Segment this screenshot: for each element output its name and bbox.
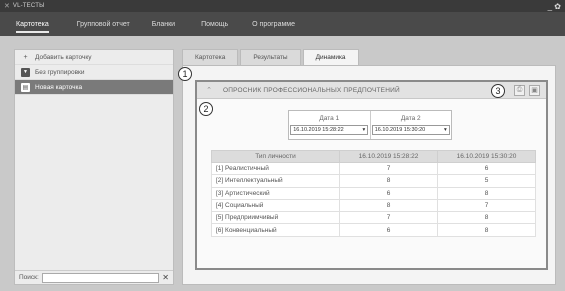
menu-item-cards[interactable]: Картотека <box>16 12 63 36</box>
date1-select[interactable]: 16.10.2019 15:28:22 ▾ <box>290 125 369 135</box>
value-cell: 8 <box>437 211 536 225</box>
callout-1: 1 <box>178 67 192 81</box>
table-row: [4] Социальный 8 7 <box>211 198 536 213</box>
date1-label: Дата 1 <box>319 115 340 122</box>
type-cell: [3] Артистический <box>211 186 340 200</box>
app-logo-icon: ✕ <box>4 3 10 10</box>
grouping-label: Без группировки <box>35 68 85 76</box>
value-cell: 7 <box>339 161 438 176</box>
column-header: 16.10.2019 15:28:22 <box>339 150 438 163</box>
value-cell: 6 <box>339 223 438 237</box>
app-title: VL-ТЕСТЫ <box>12 3 45 9</box>
date2-select[interactable]: 16.10.2019 15:30:20 ▾ <box>371 125 450 135</box>
table-row: [2] Интеллектуальный 8 5 <box>211 174 536 188</box>
callout-3: 3 <box>491 84 505 98</box>
tab-cards[interactable]: Картотека <box>182 49 239 65</box>
type-cell: [5] Предприимчивый <box>211 211 340 225</box>
save-icon[interactable]: ▣ <box>529 84 540 96</box>
column-header: Тип личности <box>211 150 340 163</box>
value-cell: 8 <box>339 198 438 213</box>
value-cell: 6 <box>339 186 438 200</box>
collapse-icon[interactable]: ⌃ <box>203 86 215 94</box>
column-header: 16.10.2019 15:30:20 <box>437 150 536 163</box>
grouping-dropdown[interactable]: ▼ Без группировки <box>15 65 173 80</box>
chevron-down-icon: ▾ <box>362 127 366 133</box>
window-controls[interactable]: _ ✿ <box>548 2 561 11</box>
value-cell: 8 <box>437 223 536 237</box>
menu-item-help[interactable]: Помощь <box>189 12 242 36</box>
value-cell: 7 <box>339 211 438 225</box>
date1-value: 16.10.2019 15:28:22 <box>293 127 344 133</box>
table-row: [1] Реалистичный 7 6 <box>211 161 536 176</box>
panel-title: ОПРОСНИК ПРОФЕССИОНАЛЬНЫХ ПРЕДПОЧТЕНИЙ <box>223 86 400 94</box>
card-icon: ▤ <box>21 82 30 92</box>
date-selector: Дата 1 16.10.2019 15:28:22 ▾ Дата 2 16.1… <box>288 110 452 140</box>
menu-item-about[interactable]: О программе <box>242 12 309 36</box>
chevron-down-icon: ▾ <box>443 127 447 133</box>
type-cell: [4] Социальный <box>211 198 340 213</box>
menu-bar: Картотека Групповой отчет Бланки Помощь … <box>0 12 565 36</box>
chevron-down-icon: ▼ <box>21 67 30 77</box>
panel-toolbar: ⎙ ▣ <box>514 84 540 96</box>
type-cell: [2] Интеллектуальный <box>211 174 340 188</box>
table-header-row: Тип личности 16.10.2019 15:28:22 16.10.2… <box>211 150 536 163</box>
value-cell: 5 <box>437 174 536 188</box>
print-icon[interactable]: ⎙ <box>514 84 525 96</box>
sidebar-item-label: Новая карточка <box>35 83 83 91</box>
date2-label: Дата 2 <box>400 115 421 122</box>
date2-column: Дата 2 16.10.2019 15:30:20 ▾ <box>369 111 452 139</box>
value-cell: 6 <box>437 161 536 176</box>
title-bar: ✕ VL-ТЕСТЫ _ ✿ <box>0 0 565 12</box>
sidebar-item-new-card[interactable]: ▤ Новая карточка <box>15 80 173 95</box>
date1-column: Дата 1 16.10.2019 15:28:22 ▾ <box>289 111 370 139</box>
search-label: Поиск: <box>19 274 39 281</box>
table-row: [5] Предприимчивый 7 8 <box>211 211 536 225</box>
add-card-label: Добавить карточку <box>35 53 92 61</box>
table-row: [3] Артистический 6 8 <box>211 186 536 200</box>
menu-item-forms[interactable]: Бланки <box>144 12 189 36</box>
plus-icon: + <box>23 53 28 61</box>
date2-value: 16.10.2019 15:30:20 <box>374 127 426 133</box>
table-row: [6] Конвенциальный 6 8 <box>211 223 536 237</box>
tab-dynamics[interactable]: Динамика <box>302 49 359 65</box>
search-input[interactable] <box>41 272 160 283</box>
value-cell: 7 <box>437 198 536 213</box>
menu-item-group-report[interactable]: Групповой отчет <box>63 12 144 36</box>
tab-bar: Картотека Результаты Динамика <box>182 49 361 65</box>
type-cell: [1] Реалистичный <box>211 161 340 176</box>
type-cell: [6] Конвенциальный <box>211 223 340 237</box>
results-table: Тип личности 16.10.2019 15:28:22 16.10.2… <box>211 150 536 237</box>
questionnaire-panel: ⌃ ОПРОСНИК ПРОФЕССИОНАЛЬНЫХ ПРЕДПОЧТЕНИЙ… <box>195 80 548 270</box>
callout-2: 2 <box>199 102 213 116</box>
value-cell: 8 <box>437 186 536 200</box>
clear-search-icon[interactable]: ✕ <box>162 273 169 282</box>
value-cell: 8 <box>339 174 438 188</box>
add-card-button[interactable]: + Добавить карточку <box>15 50 173 65</box>
search-bar: Поиск: ✕ <box>15 270 173 284</box>
tab-results[interactable]: Результаты <box>240 49 301 65</box>
sidebar: + Добавить карточку ▼ Без группировки ▤ … <box>14 49 174 285</box>
